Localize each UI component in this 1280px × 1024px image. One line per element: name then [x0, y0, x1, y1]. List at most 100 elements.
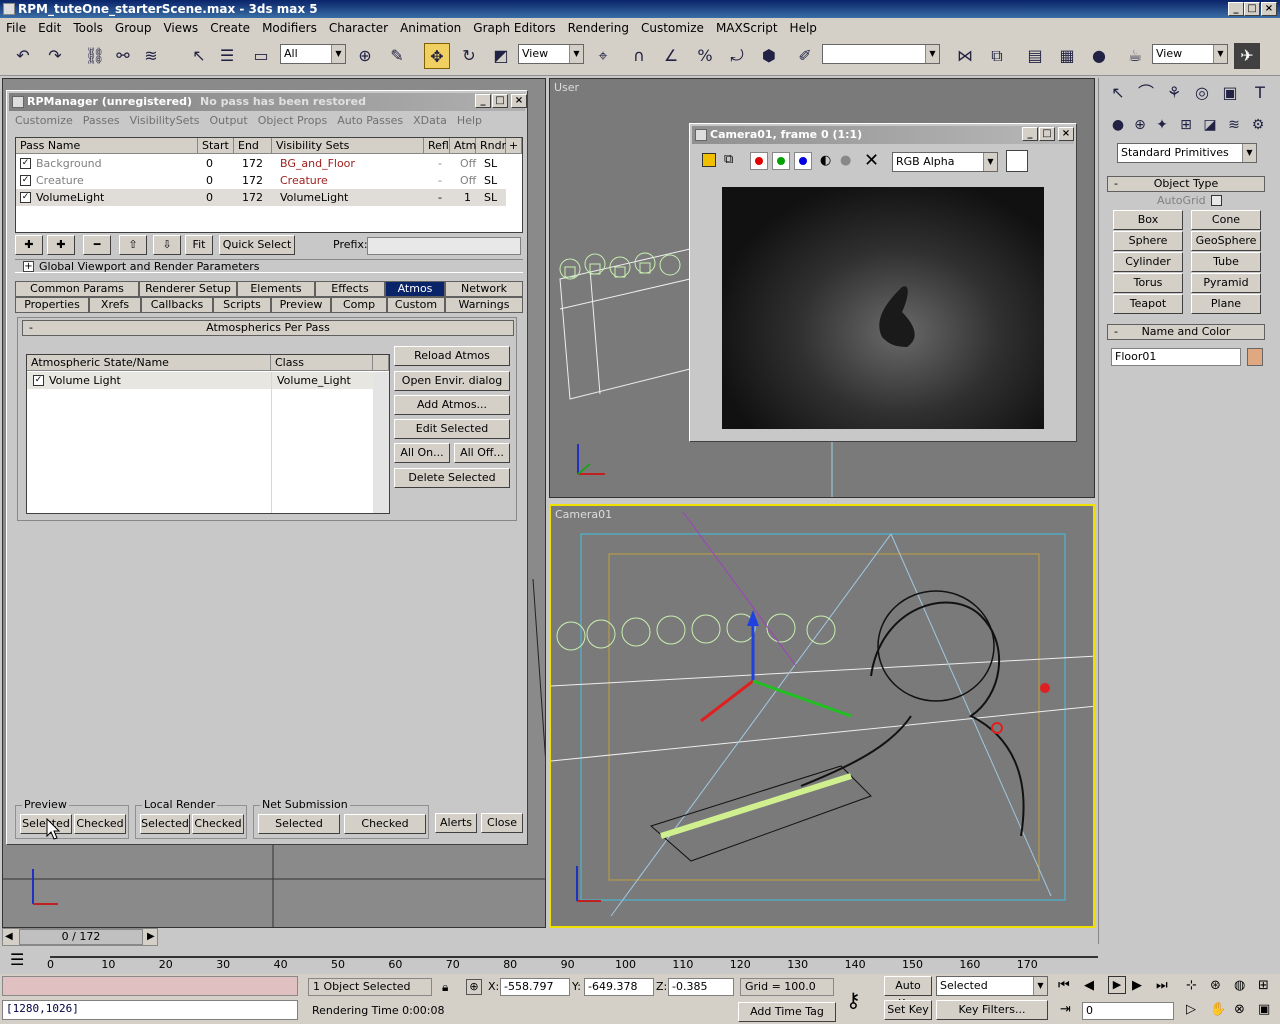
green-channel-button[interactable] — [772, 152, 790, 170]
delete-pass-button[interactable]: ━ — [83, 235, 111, 255]
rpm-menu-object-props[interactable]: Object Props — [258, 114, 328, 127]
menu-views[interactable]: Views — [157, 18, 204, 38]
pass-checkbox[interactable]: ✓ — [20, 158, 31, 169]
plane-button[interactable]: Plane — [1191, 294, 1261, 314]
angle-snap-icon[interactable]: ∠ — [658, 43, 684, 69]
expand-icon[interactable]: + — [23, 261, 34, 272]
alpha-channel-icon[interactable]: ◐ — [820, 153, 831, 168]
x-coord-input[interactable]: -558.797 — [500, 978, 570, 996]
spinner-snap-icon[interactable]: ⤾ — [724, 43, 750, 69]
helpers-icon[interactable]: ◪ — [1197, 112, 1223, 138]
menu-maxscript[interactable]: MAXScript — [710, 18, 784, 38]
duplicate-pass-button[interactable]: ✚ — [47, 235, 75, 255]
rpm-menu-xdata[interactable]: XData — [413, 114, 447, 127]
channel-dropdown[interactable]: RGB Alpha ▼ — [892, 152, 998, 172]
tab-atmos[interactable]: Atmos — [385, 281, 445, 297]
slider-left-arrow-icon[interactable]: ◀ — [5, 931, 13, 942]
pass-checkbox[interactable]: ✓ — [20, 175, 31, 186]
menu-modifiers[interactable]: Modifiers — [256, 18, 323, 38]
color-swatch[interactable] — [1006, 150, 1028, 172]
teapot-button[interactable]: Teapot — [1113, 294, 1183, 314]
frame-indicator[interactable]: 0 / 172 — [19, 929, 143, 945]
menu-create[interactable]: Create — [204, 18, 256, 38]
rpm-menu-customize[interactable]: Customize — [15, 114, 73, 127]
display-tab-icon[interactable]: ▣ — [1217, 80, 1243, 106]
rotate-icon[interactable]: ↻ — [456, 43, 482, 69]
rpm-maximize-button[interactable]: □ — [492, 94, 508, 108]
box-button[interactable]: Box — [1113, 210, 1183, 230]
lock-icon[interactable]: 🔒︎ — [442, 980, 448, 995]
create-tab-icon[interactable]: ↖ — [1105, 80, 1131, 106]
tab-xrefs[interactable]: Xrefs — [89, 297, 141, 313]
close-button[interactable]: × — [1261, 2, 1277, 16]
rpm-menu-visibilitysets[interactable]: VisibilitySets — [130, 114, 200, 127]
pass-checkbox[interactable]: ✓ — [20, 192, 31, 203]
delete-selected-button[interactable]: Delete Selected — [394, 468, 510, 488]
menu-character[interactable]: Character — [323, 18, 394, 38]
name-color-rollout[interactable]: - Name and Color — [1107, 324, 1265, 340]
viewport-camera[interactable]: Camera01 — [549, 504, 1095, 928]
all-on-button[interactable]: All On... — [394, 443, 450, 463]
auto-key-button[interactable]: Auto Key — [884, 976, 932, 1010]
percent-snap-icon[interactable]: % — [692, 43, 718, 69]
rpm-menu-passes[interactable]: Passes — [83, 114, 120, 127]
modify-tab-icon[interactable]: ⌒ — [1133, 80, 1159, 106]
atmos-checkbox[interactable]: ✓ — [33, 375, 44, 386]
y-coord-input[interactable]: -649.378 — [584, 978, 654, 996]
primitive-type-dropdown[interactable]: Standard Primitives ▼ — [1117, 143, 1257, 163]
select-manipulate-icon[interactable]: ✎ — [384, 43, 410, 69]
col-rndr[interactable]: Rndr — [476, 138, 506, 154]
quick-render-icon[interactable]: ✈ — [1234, 43, 1260, 69]
tab-callbacks[interactable]: Callbacks — [141, 297, 213, 313]
table-row[interactable]: ✓ VolumeLight 0 172 VolumeLight - 1 SL — [16, 189, 506, 206]
tab-custom[interactable]: Custom — [387, 297, 445, 313]
render-close-button[interactable]: × — [1058, 127, 1074, 141]
atmos-scrollbar[interactable] — [373, 372, 389, 513]
go-to-end-icon[interactable]: ⏭ — [1156, 978, 1168, 993]
material-editor-icon[interactable]: ● — [1086, 43, 1112, 69]
object-type-rollout[interactable]: - Object Type — [1107, 176, 1265, 192]
render-scene-icon[interactable]: ☕ — [1122, 43, 1148, 69]
next-frame-icon[interactable]: ▶︎ — [1132, 978, 1142, 993]
tube-button[interactable]: Tube — [1191, 252, 1261, 272]
object-color-swatch[interactable] — [1247, 348, 1263, 366]
tab-comp[interactable]: Comp — [331, 297, 387, 313]
rpm-menu-auto-passes[interactable]: Auto Passes — [337, 114, 403, 127]
set-key-button[interactable]: Set Key — [884, 1000, 932, 1020]
time-slider[interactable]: ◀ 0 / 172 ▶ — [2, 928, 158, 946]
edit-named-sel-icon[interactable]: ✐ — [792, 43, 818, 69]
zoom-all-icon[interactable]: ⊛ — [1210, 978, 1221, 993]
red-channel-button[interactable] — [750, 152, 768, 170]
menu-graph-editors[interactable]: Graph Editors — [467, 18, 561, 38]
named-selection-dropdown[interactable]: ▼ — [822, 44, 940, 64]
select-by-name-icon[interactable]: ☰ — [214, 43, 240, 69]
tab-scripts[interactable]: Scripts — [213, 297, 271, 313]
maximize-viewport-icon[interactable]: ▣ — [1258, 1002, 1270, 1017]
orbit-icon[interactable]: ⊗ — [1234, 1002, 1245, 1017]
select-move-icon[interactable]: ⊕ — [352, 43, 378, 69]
menu-tools[interactable]: Tools — [67, 18, 109, 38]
col-atmos-name[interactable]: Atmospheric State/Name — [27, 355, 271, 371]
quick-select-button[interactable]: Quick Select — [219, 235, 295, 255]
pyramid-button[interactable]: Pyramid — [1191, 273, 1261, 293]
blue-channel-button[interactable] — [794, 152, 812, 170]
maximize-button[interactable]: □ — [1244, 2, 1260, 16]
move-up-button[interactable]: ⇧ — [119, 235, 147, 255]
table-row[interactable]: ✓ Volume Light Volume_Light — [27, 372, 373, 389]
save-icon[interactable] — [702, 153, 716, 167]
menu-edit[interactable]: Edit — [32, 18, 67, 38]
render-maximize-button[interactable]: □ — [1039, 127, 1055, 141]
tab-preview[interactable]: Preview — [271, 297, 331, 313]
rpm-minimize-button[interactable]: _ — [475, 94, 491, 108]
move-icon[interactable]: ✥ — [424, 43, 450, 69]
menu-rendering[interactable]: Rendering — [562, 18, 635, 38]
autogrid-checkbox[interactable] — [1211, 195, 1222, 206]
menu-help[interactable]: Help — [784, 18, 823, 38]
track-bar[interactable]: ☰ 0 10 20 30 40 50 60 70 80 90 100 110 120 130 140 150 1… — [0, 946, 1098, 974]
bind-space-warp-icon[interactable]: ≋ — [138, 43, 164, 69]
col-start[interactable]: Start — [198, 138, 234, 154]
unlink-icon[interactable]: ⚯ — [110, 43, 136, 69]
render-minimize-button[interactable]: _ — [1022, 127, 1038, 141]
local-checked-button[interactable]: Checked — [192, 814, 244, 834]
cameras-icon[interactable]: ⊞ — [1173, 112, 1199, 138]
